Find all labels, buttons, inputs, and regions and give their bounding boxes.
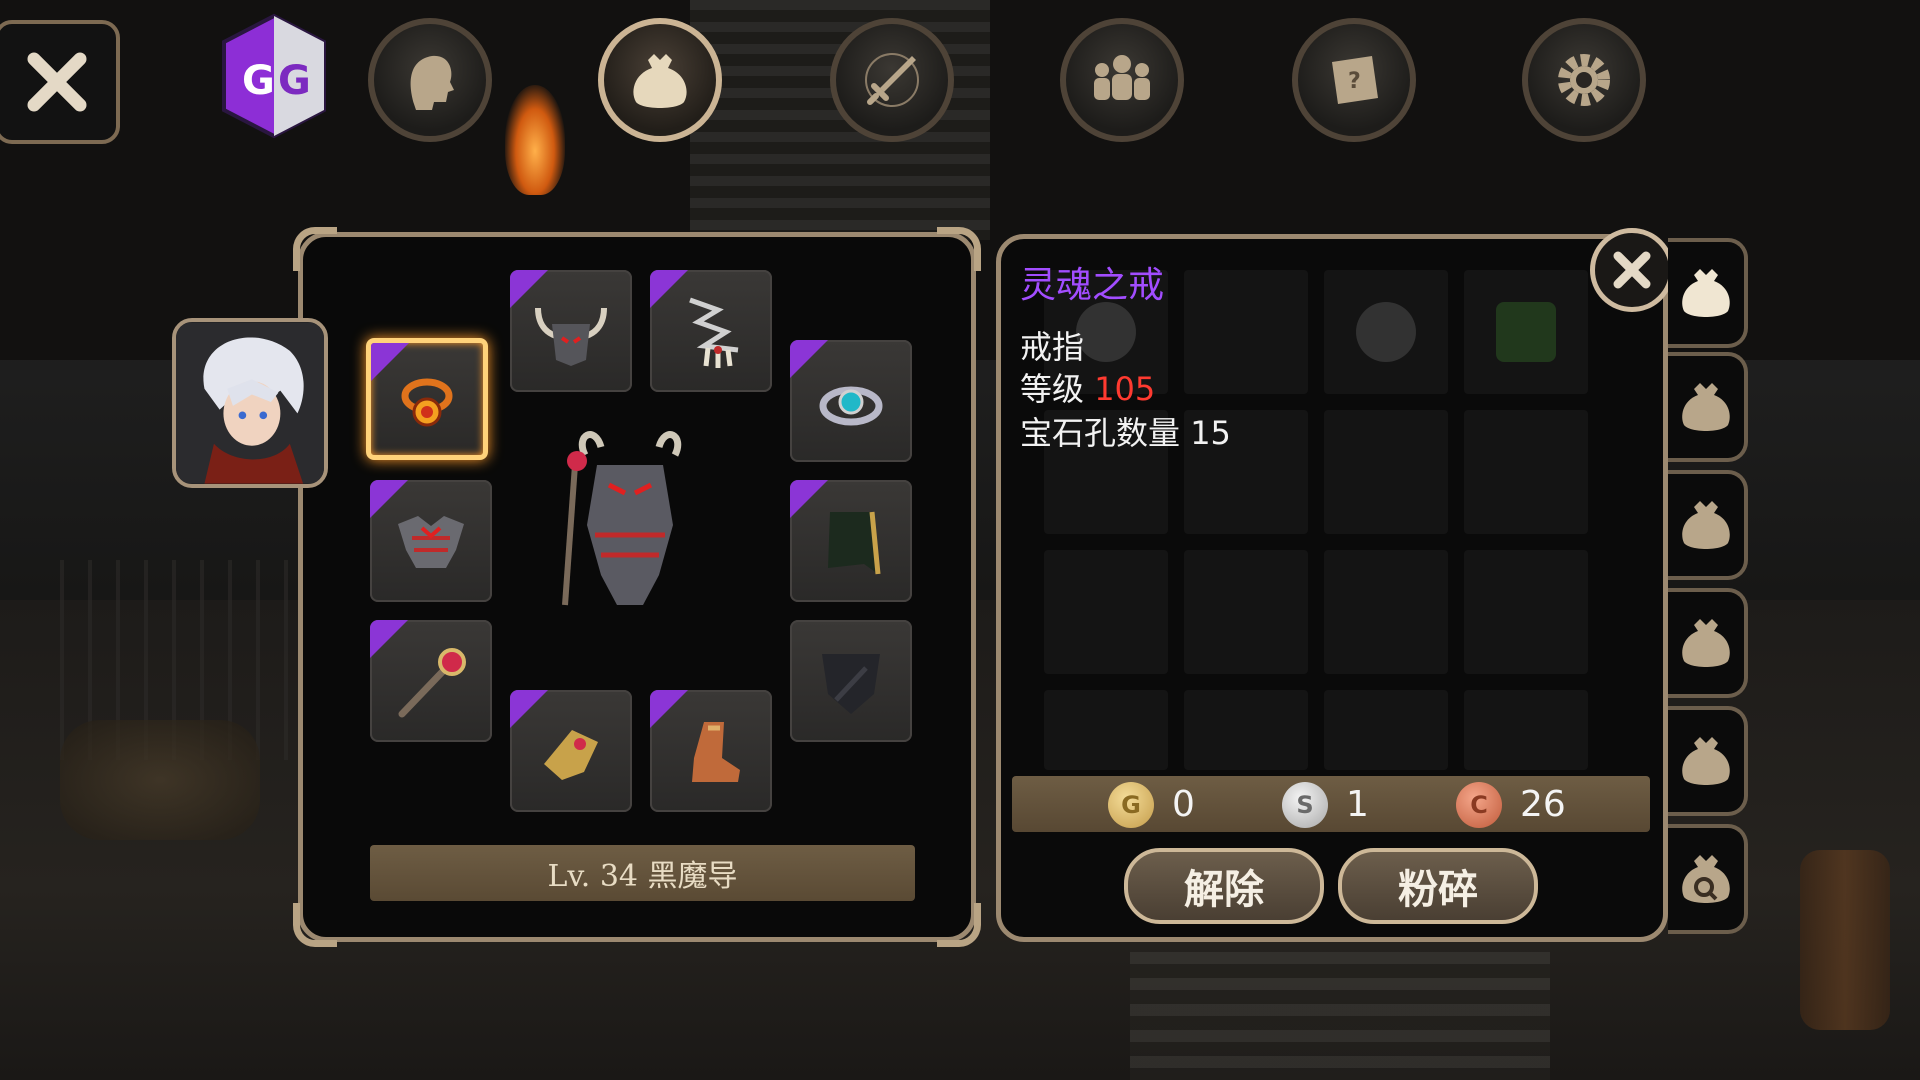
close-menu-button[interactable] (0, 20, 120, 144)
item-level: 等级 105 (1020, 364, 1155, 410)
silver-coin-icon: S (1282, 782, 1328, 828)
equip-slot-boots[interactable] (650, 690, 772, 812)
background-stairs (690, 0, 990, 240)
inventory-grid-cell[interactable] (1464, 690, 1588, 770)
close-icon (1613, 251, 1651, 289)
tab-inventory[interactable] (598, 18, 722, 142)
tab-quest[interactable]: ? (1292, 18, 1416, 142)
silver-amount: 1 (1346, 784, 1369, 825)
rarity-tag (370, 480, 408, 518)
tab-settings[interactable] (1522, 18, 1646, 142)
inventory-grid-cell[interactable] (1324, 550, 1448, 674)
inventory-grid-cell[interactable] (1324, 690, 1448, 770)
sword-icon (865, 53, 919, 107)
side-tab-bag-1[interactable] (1668, 238, 1748, 348)
gg-logo-icon: G G (222, 13, 326, 139)
bag-icon (1682, 619, 1730, 667)
side-tab-bag-search[interactable] (1668, 824, 1748, 934)
equip-slot-accessory[interactable] (790, 340, 912, 462)
character-sprite (562, 431, 682, 606)
close-info-button[interactable] (1590, 228, 1674, 312)
rarity-tag (510, 690, 548, 728)
gold-amount: 0 (1172, 784, 1195, 825)
game-guardian-logo[interactable]: G G (218, 12, 330, 140)
shield-empty-icon (822, 654, 880, 714)
equip-slot-gloves[interactable] (510, 690, 632, 812)
background-sacks (60, 720, 260, 840)
panel-corner (937, 227, 981, 271)
gold-coin-icon: G (1108, 782, 1154, 828)
item-type: 戒指 (1020, 328, 1085, 366)
gg-logo-letter-right: G (278, 58, 311, 104)
equip-slot-armor[interactable] (370, 480, 492, 602)
tab-party[interactable] (1060, 18, 1184, 142)
item-level-label: 等级 (1020, 370, 1085, 408)
party-icon (1094, 55, 1150, 100)
inventory-grid-cell[interactable] (1044, 690, 1168, 770)
equip-slot-necklace[interactable] (650, 270, 772, 392)
bag-icon (1682, 269, 1730, 317)
equip-slot-weapon[interactable] (370, 620, 492, 742)
item-gem-value: 15 (1190, 414, 1231, 452)
inventory-grid-cell[interactable] (1184, 270, 1308, 394)
bag-icon (1682, 501, 1730, 549)
side-tab-bag-2[interactable] (1668, 352, 1748, 462)
inventory-grid-cell[interactable] (1324, 410, 1448, 534)
rarity-tag (790, 340, 828, 378)
avatar (176, 322, 324, 484)
copper-coin-icon: C (1456, 782, 1502, 828)
currency-bar: G 0 S 1 C 26 (1012, 776, 1650, 832)
side-tab-bag-5[interactable] (1668, 706, 1748, 816)
tab-character[interactable] (368, 18, 492, 142)
rarity-tag (650, 690, 688, 728)
rarity-tag (790, 480, 828, 518)
inventory-item-faded (1356, 302, 1416, 362)
equip-slot-cape[interactable] (790, 480, 912, 602)
equip-slot-helmet[interactable] (510, 270, 632, 392)
inventory-grid-cell[interactable] (1464, 550, 1588, 674)
item-name: 灵魂之戒 (1020, 265, 1165, 306)
panel-corner (293, 227, 337, 271)
equip-slot-shield-empty[interactable] (790, 620, 912, 742)
rarity-tag (371, 343, 409, 381)
unequip-button[interactable]: 解除 (1124, 848, 1324, 924)
gear-icon (1558, 54, 1610, 106)
rarity-tag (650, 270, 688, 308)
equip-slot-ring[interactable] (366, 338, 488, 460)
side-tab-bag-3[interactable] (1668, 470, 1748, 580)
inventory-item-faded (1496, 302, 1556, 362)
character-portrait[interactable] (172, 318, 328, 488)
inventory-grid-cell[interactable] (1464, 410, 1588, 534)
rarity-tag (370, 620, 408, 658)
item-gem-label: 宝石孔数量 (1020, 414, 1181, 452)
quest-scroll-icon: ? (1332, 56, 1378, 104)
bag-icon (633, 54, 687, 108)
gg-logo-letter-left: G (242, 58, 275, 104)
character-level-class: Lv. 34 黑魔导 (370, 845, 915, 901)
side-tab-bag-4[interactable] (1668, 588, 1748, 698)
panel-corner (293, 903, 337, 947)
rarity-tag (510, 270, 548, 308)
bag-icon (1682, 383, 1730, 431)
item-gem-slots: 宝石孔数量 15 (1020, 408, 1231, 454)
bag-icon (1682, 737, 1730, 785)
panel-corner (937, 903, 981, 947)
copper-amount: 26 (1520, 784, 1566, 825)
inventory-grid-cell[interactable] (1184, 550, 1308, 674)
smash-button[interactable]: 粉碎 (1338, 848, 1538, 924)
inventory-grid-cell[interactable] (1184, 690, 1308, 770)
item-level-value: 105 (1094, 370, 1156, 408)
bag-search-icon (1682, 855, 1730, 903)
svg-text:?: ? (1348, 69, 1361, 94)
head-icon (410, 55, 454, 110)
inventory-item-faded (1076, 302, 1136, 362)
inventory-grid-cell[interactable] (1044, 550, 1168, 674)
torch-flame (505, 85, 565, 195)
tab-skills[interactable] (830, 18, 954, 142)
background-barrel (1800, 850, 1890, 1030)
close-icon (27, 52, 87, 112)
